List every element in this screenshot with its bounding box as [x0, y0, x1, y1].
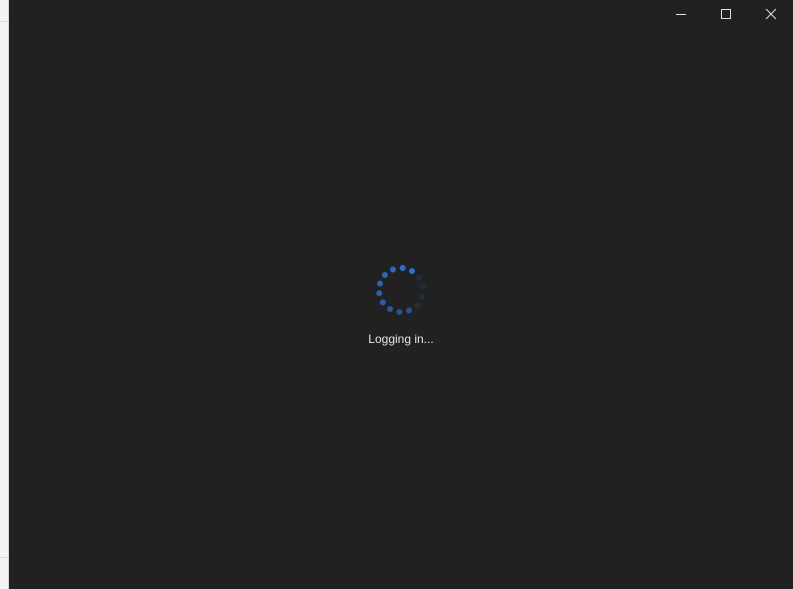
- spinner-dot: [416, 274, 423, 281]
- spinner-dot: [376, 280, 383, 287]
- loading-spinner-icon: [376, 265, 426, 315]
- spinner-dot: [379, 299, 386, 306]
- minimize-icon: [676, 14, 686, 15]
- maximize-button[interactable]: [704, 0, 748, 28]
- spinner-dot: [414, 301, 421, 308]
- close-icon: [765, 8, 777, 20]
- spinner-dot: [419, 293, 426, 300]
- spinner-dot: [387, 306, 393, 313]
- spinner-dot: [396, 308, 403, 315]
- spinner-dot: [381, 272, 388, 279]
- spinner-dot: [399, 265, 406, 272]
- spinner-dot: [389, 266, 396, 273]
- login-window: Logging in...: [9, 0, 793, 589]
- close-button[interactable]: [749, 0, 793, 28]
- spinner-dot: [376, 290, 383, 297]
- spinner-dot: [419, 283, 426, 290]
- status-text: Logging in...: [368, 332, 434, 346]
- spinner-dot: [409, 267, 415, 274]
- minimize-button[interactable]: [659, 0, 703, 28]
- maximize-icon: [721, 9, 731, 19]
- background-divider: [0, 557, 9, 558]
- background-divider: [0, 21, 9, 22]
- spinner-dot: [406, 307, 413, 314]
- background-window-edge: [0, 0, 9, 589]
